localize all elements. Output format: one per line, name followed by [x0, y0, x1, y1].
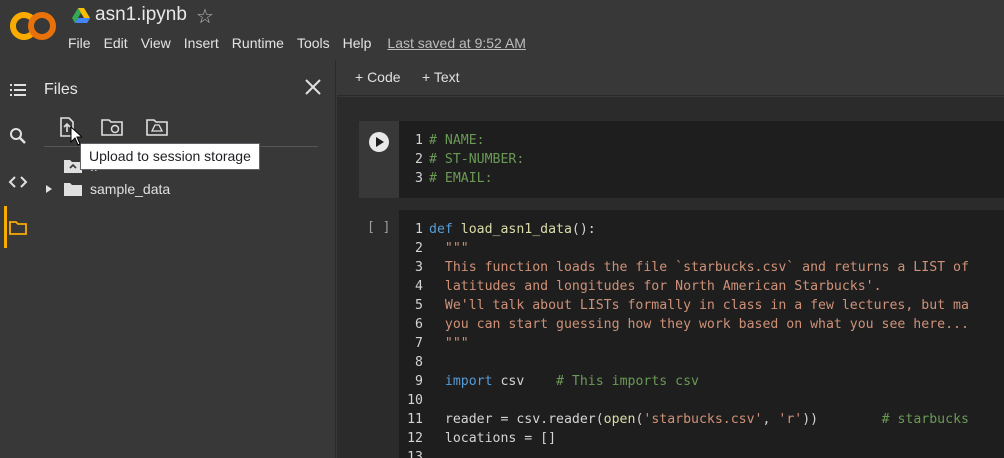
line-number: 5 — [415, 298, 423, 313]
colab-logo-icon[interactable] — [10, 10, 56, 42]
code-token: # starbucks — [881, 412, 969, 427]
code-token: (): — [571, 222, 596, 237]
refresh-folder-icon[interactable] — [101, 117, 123, 137]
code-line[interactable]: 13 — [399, 448, 1004, 458]
line-number: 10 — [407, 393, 423, 408]
code-line[interactable]: 3 This function loads the file `starbuck… — [399, 258, 1004, 277]
code-token: csv — [500, 374, 557, 389]
code-line[interactable]: 8 — [399, 353, 1004, 372]
code-token: locations = [] — [429, 431, 557, 446]
code-token: 'starbucks.csv' — [643, 412, 763, 427]
code-token: reader = csv.reader( — [429, 412, 604, 427]
code-token: latitudes and longitudes for North Ameri… — [429, 279, 882, 294]
notebook-body: 1 # NAME: 2 # ST-NUMBER: 3 # EMAIL: [ ] 1 def … — [337, 97, 1004, 458]
close-icon[interactable] — [304, 78, 322, 96]
notebook-area: + Code + Text 1 # NAME: 2 # ST-NUMBER: 3 # EM… — [337, 60, 1004, 458]
code-token: import — [429, 374, 501, 389]
add-text-button[interactable]: + Text — [422, 69, 460, 85]
code-editor[interactable]: 1 def load_asn1_data(): 2 """ 3 This functi… — [399, 220, 1004, 458]
code-token: open — [603, 412, 636, 427]
code-editor[interactable]: 1 # NAME: 2 # ST-NUMBER: 3 # EMAIL: — [399, 131, 1004, 188]
code-line[interactable]: 9 import csv # This imports csv — [399, 372, 1004, 391]
search-icon[interactable] — [8, 126, 28, 146]
code-token: """ — [429, 336, 469, 351]
menu-edit[interactable]: Edit — [104, 35, 128, 51]
panel-title: Files — [44, 81, 78, 98]
active-indicator — [4, 206, 7, 248]
notebook-toolbar: + Code + Text — [337, 60, 1004, 96]
code-line[interactable]: 7 """ — [399, 334, 1004, 353]
last-saved-link[interactable]: Last saved at 9:52 AM — [387, 35, 526, 51]
cell-gutter — [359, 121, 399, 198]
menu-view[interactable]: View — [141, 35, 171, 51]
line-number: 1 — [415, 133, 423, 148]
line-number: 3 — [415, 171, 423, 186]
line-number: 1 — [415, 222, 423, 237]
app-header: asn1.ipynb ☆ File Edit View Insert Runti… — [0, 0, 1004, 60]
execution-count[interactable]: [ ] — [367, 220, 390, 235]
line-number: 2 — [415, 241, 423, 256]
tree-item-label: sample_data — [90, 181, 171, 197]
add-code-button[interactable]: + Code — [355, 69, 401, 85]
code-line[interactable]: 1 # NAME: — [399, 131, 1004, 150]
code-cell-1[interactable]: 1 # NAME: 2 # ST-NUMBER: 3 # EMAIL: — [359, 121, 1004, 198]
code-token: load_asn1_data — [460, 222, 572, 237]
line-number: 6 — [415, 317, 423, 332]
code-token: """ — [429, 241, 469, 256]
menu-bar: File Edit View Insert Runtime Tools Help… — [68, 35, 526, 51]
line-number: 12 — [407, 431, 423, 446]
code-line[interactable]: 11 reader = csv.reader(open('starbucks.c… — [399, 410, 1004, 429]
line-number: 7 — [415, 336, 423, 351]
table-of-contents-icon[interactable] — [8, 80, 28, 100]
mouse-cursor-icon — [70, 126, 82, 146]
code-cell-2[interactable]: [ ] 1 def load_asn1_data(): 2 """ 3 This fu… — [359, 210, 1004, 458]
line-number: 9 — [415, 374, 423, 389]
line-number: 13 — [407, 450, 423, 458]
code-line[interactable]: 1 def load_asn1_data(): — [399, 220, 1004, 239]
code-line[interactable]: 10 — [399, 391, 1004, 410]
menu-file[interactable]: File — [68, 35, 91, 51]
code-line[interactable]: 4 latitudes and longitudes for North Ame… — [399, 277, 1004, 296]
line-number: 2 — [415, 152, 423, 167]
code-line[interactable]: 2 """ — [399, 239, 1004, 258]
tree-item-sample-data[interactable]: sample_data — [44, 178, 170, 200]
caret-right-icon[interactable] — [44, 184, 54, 194]
code-snippets-icon[interactable] — [8, 172, 28, 192]
files-panel: Files .. sample_data — [36, 60, 336, 458]
menu-runtime[interactable]: Runtime — [232, 35, 284, 51]
menu-tools[interactable]: Tools — [297, 35, 330, 51]
code-token: , — [762, 412, 779, 427]
folder-icon — [64, 183, 82, 196]
star-icon[interactable]: ☆ — [196, 4, 214, 29]
line-number: 11 — [407, 412, 423, 427]
code-token: We'll talk about LISTs formally in class… — [429, 298, 969, 313]
code-line[interactable]: 5 We'll talk about LISTs formally in cla… — [399, 296, 1004, 315]
code-line[interactable]: 12 locations = [] — [399, 429, 1004, 448]
run-cell-icon[interactable] — [368, 131, 390, 153]
code-token: # ST-NUMBER: — [429, 152, 525, 167]
menu-insert[interactable]: Insert — [184, 35, 219, 51]
line-number: 8 — [415, 355, 423, 370]
code-line[interactable]: 3 # EMAIL: — [399, 169, 1004, 188]
notebook-title[interactable]: asn1.ipynb — [95, 4, 187, 26]
upload-tooltip: Upload to session storage — [80, 143, 260, 170]
menu-help[interactable]: Help — [343, 35, 372, 51]
code-token: def — [429, 222, 461, 237]
code-token: # This imports csv — [556, 374, 699, 389]
code-line[interactable]: 2 # ST-NUMBER: — [399, 150, 1004, 169]
line-number: 3 — [415, 260, 423, 275]
code-token: This function loads the file `starbucks.… — [429, 260, 969, 275]
code-token: # EMAIL: — [429, 171, 493, 186]
code-line[interactable]: 6 you can start guessing how they work b… — [399, 315, 1004, 334]
cell-gutter: [ ] — [359, 210, 399, 458]
google-drive-icon — [72, 8, 90, 23]
code-token: you can start guessing how they work bas… — [429, 317, 969, 332]
code-token: )) — [802, 412, 882, 427]
code-token: 'r' — [778, 412, 803, 427]
code-token: # NAME: — [429, 133, 485, 148]
left-rail — [0, 60, 36, 458]
mount-drive-icon[interactable] — [146, 117, 168, 137]
line-number: 4 — [415, 279, 423, 294]
files-icon[interactable] — [8, 218, 28, 238]
